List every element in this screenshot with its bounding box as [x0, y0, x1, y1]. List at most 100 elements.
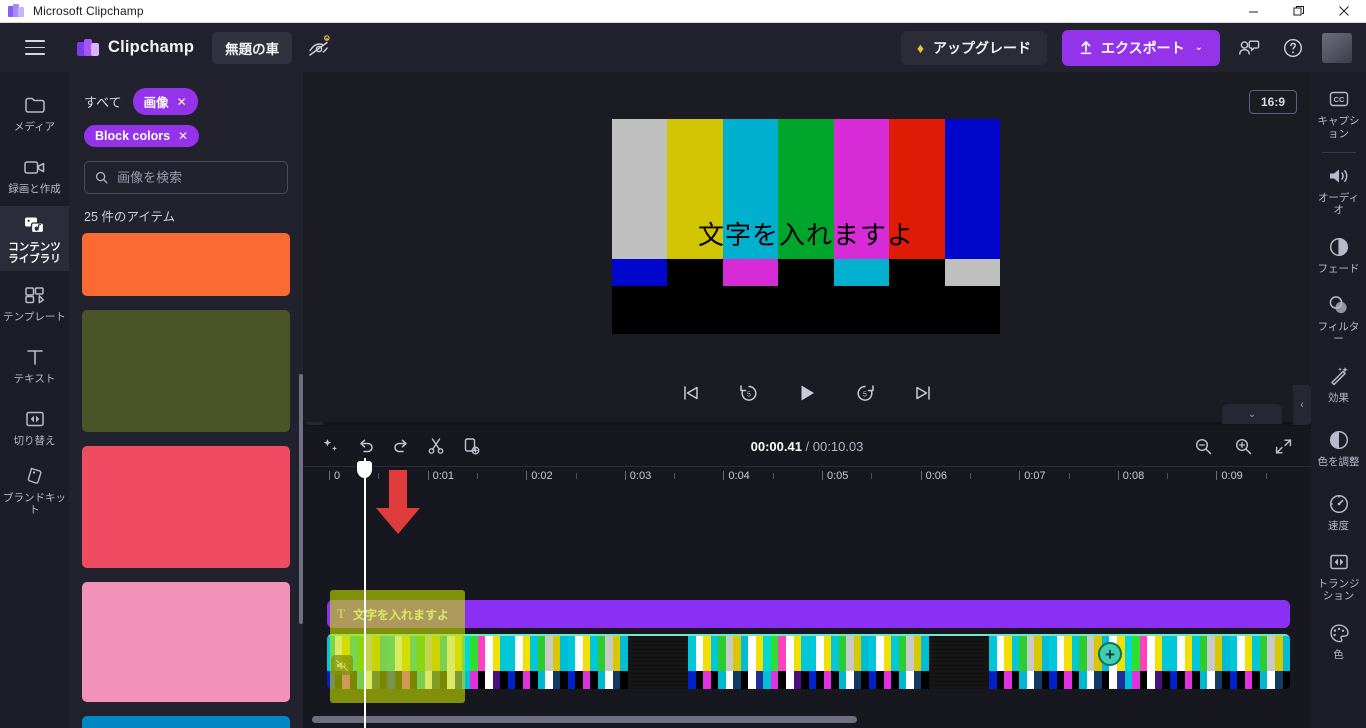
ruler-subtick: [1265, 473, 1267, 479]
right-rail-item-transition[interactable]: トランジション: [1311, 543, 1366, 608]
upgrade-label: アップグレード: [933, 39, 1032, 56]
filter-chip-image[interactable]: 画像 ✕: [132, 88, 198, 115]
content-library-icon: [22, 213, 48, 237]
speed-gauge-icon: [1328, 492, 1350, 516]
sidebar-item-templates[interactable]: テンプレート: [0, 271, 69, 333]
red-down-arrow-annotation: [371, 470, 425, 541]
clipchamp-app-icon: [8, 4, 24, 18]
ruler-subtick: [575, 473, 577, 479]
filmstrip-frame: [1169, 636, 1230, 689]
sidebar-item-transitions[interactable]: 切り替え: [0, 395, 69, 457]
color-bar: [833, 259, 890, 286]
playhead-handle[interactable]: [357, 461, 372, 478]
svg-text:5: 5: [863, 392, 867, 399]
diamond-icon: ♦: [916, 39, 925, 56]
collapse-preview-button[interactable]: ⌄: [1222, 404, 1282, 424]
add-clip-button[interactable]: +: [1098, 642, 1122, 666]
zoom-in-icon[interactable]: [1229, 432, 1257, 460]
sidebar-item-content-library[interactable]: コンテンツ ライブラリ: [0, 206, 69, 272]
timecode-display: 00:00.41 / 00:10.03: [303, 439, 1311, 454]
zoom-out-icon[interactable]: [1189, 432, 1217, 460]
filmstrip-frame: [808, 636, 869, 689]
ruler-tick: [1216, 471, 1218, 480]
playback-controls: 5 5: [303, 368, 1311, 418]
fit-to-screen-icon[interactable]: [1269, 432, 1297, 460]
ruler-tick: [920, 471, 922, 480]
filmstrip-frame: [627, 636, 689, 689]
filmstrip-frame: [1229, 636, 1290, 689]
export-button[interactable]: エクスポート ⌄: [1062, 29, 1220, 66]
forward-5s-icon[interactable]: 5: [850, 378, 880, 408]
timeline-tracks: T 文字を入れますよ +: [303, 490, 1311, 703]
user-avatar[interactable]: [1322, 32, 1352, 63]
project-name-field[interactable]: 無題の車: [212, 31, 293, 64]
right-rail-item-adjust-color[interactable]: 色を調整: [1311, 415, 1366, 479]
ruler-tick: [1019, 471, 1021, 480]
window-title-bar: Microsoft Clipchamp: [0, 0, 1366, 23]
right-rail-item-audio-speaker[interactable]: オーディオ: [1311, 157, 1366, 222]
ruler-tick: [822, 471, 823, 480]
right-rail-item-captions-cc[interactable]: CC キャプション: [1311, 80, 1366, 146]
share-people-icon[interactable]: [1234, 33, 1264, 63]
search-box[interactable]: [84, 161, 288, 194]
ruler-tick: [624, 471, 626, 480]
right-rail-item-fade[interactable]: フェード: [1311, 222, 1366, 286]
filter-chip-block-colors-label: Block colors: [95, 129, 171, 143]
right-rail-item-color-palette[interactable]: 色: [1311, 608, 1366, 672]
right-rail-item-speed-gauge[interactable]: 速度: [1311, 479, 1366, 543]
color-bar: [889, 259, 945, 286]
video-filmstrip: [327, 636, 1290, 689]
minimize-button[interactable]: [1231, 0, 1276, 23]
timeline-toolbar: 00:00.41 / 00:10.03: [303, 426, 1311, 466]
close-icon[interactable]: ✕: [178, 129, 188, 143]
video-clip-track[interactable]: [327, 634, 1290, 689]
timeline-horizontal-scrollbar[interactable]: [312, 716, 857, 723]
ruler-label: 0:02: [531, 470, 553, 482]
maximize-button[interactable]: [1276, 0, 1321, 23]
sidebar-item-media[interactable]: メディア: [0, 82, 69, 144]
filter-chip-block-colors[interactable]: Block colors ✕: [84, 125, 200, 147]
timeline-ruler[interactable]: 0 0:01 0:02 0:03 0:04 0:05 0:06 0:07 0:08 0:09: [303, 466, 1311, 490]
eye-off-icon[interactable]: [306, 34, 332, 61]
play-button[interactable]: [792, 378, 822, 408]
video-preview[interactable]: 文字を入れますよ: [612, 119, 1000, 334]
ruler-subtick: [476, 473, 478, 479]
color-swatch[interactable]: [82, 716, 290, 728]
right-rail-item-label: 効果: [1328, 391, 1349, 404]
color-swatch[interactable]: [82, 233, 290, 296]
filter-chip-image-label: 画像: [143, 96, 169, 110]
color-swatch[interactable]: [82, 582, 290, 702]
right-rail-item-effects-sparkle[interactable]: 効果: [1311, 351, 1366, 415]
close-icon[interactable]: ✕: [177, 95, 187, 109]
skip-to-end-icon[interactable]: [908, 378, 938, 408]
color-swatch[interactable]: [82, 310, 290, 432]
sidebar-item-label: メディア: [13, 121, 56, 134]
hamburger-icon[interactable]: [18, 31, 52, 65]
filmstrip-frame: [688, 636, 749, 689]
sidebar-item-text[interactable]: テキスト: [0, 333, 69, 395]
aspect-ratio-button[interactable]: 16:9: [1248, 90, 1297, 114]
sidebar-item-brand-kit[interactable]: ブランドキット: [0, 457, 69, 522]
ruler-label: 0:09: [1221, 470, 1243, 482]
close-button[interactable]: [1321, 0, 1366, 23]
ruler-tick: [723, 471, 725, 480]
collapse-right-panel-button[interactable]: ‹: [1293, 385, 1311, 425]
upgrade-button[interactable]: ♦ アップグレード: [900, 30, 1048, 65]
skip-to-start-icon[interactable]: [676, 378, 706, 408]
sidebar-item-record-create[interactable]: 録画と作成: [0, 144, 69, 206]
right-rail-item-filter[interactable]: フィルター: [1311, 286, 1366, 351]
help-icon[interactable]: [1278, 33, 1308, 63]
filmstrip-frame: [1049, 636, 1110, 689]
text-clip[interactable]: T 文字を入れますよ: [327, 600, 1290, 628]
ruler-label: 0:06: [925, 470, 948, 482]
brand-kit-icon: [23, 464, 47, 488]
ruler-subtick: [969, 473, 971, 479]
ruler-tick: [1117, 471, 1119, 480]
ruler-subtick: [674, 473, 676, 479]
export-label: エクスポート: [1101, 39, 1185, 56]
color-swatch[interactable]: [82, 446, 290, 568]
rewind-5s-icon[interactable]: 5: [734, 378, 764, 408]
search-input[interactable]: [117, 170, 277, 185]
color-swatch-grid: [69, 225, 303, 728]
filter-all[interactable]: すべて: [84, 92, 122, 111]
